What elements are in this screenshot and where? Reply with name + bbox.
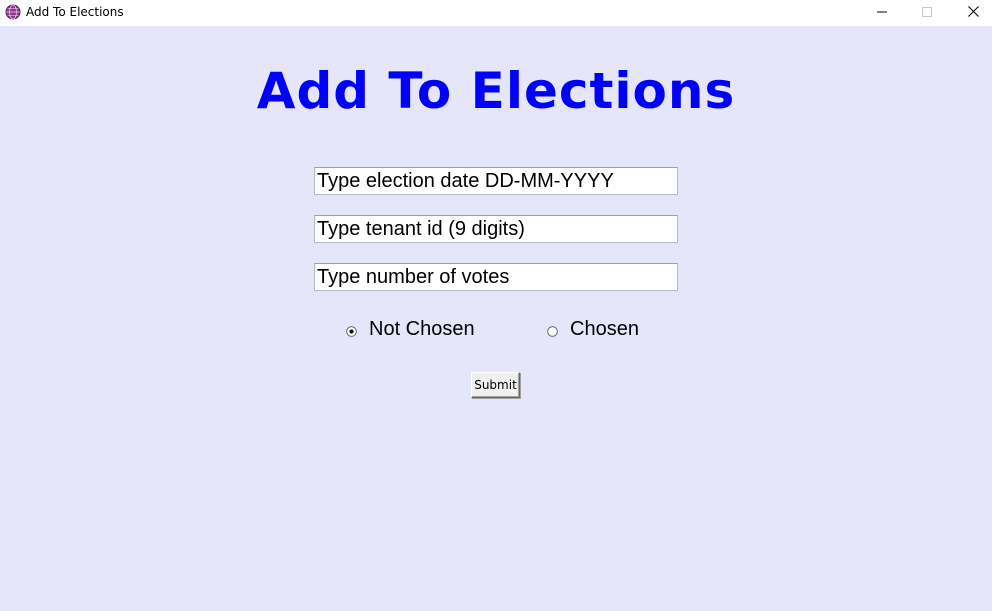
minimize-button[interactable] <box>859 0 905 26</box>
app-window: Add To Elections Add To Elections Type e… <box>0 0 992 611</box>
close-icon <box>967 4 979 22</box>
maximize-icon <box>922 4 932 22</box>
page-title: Add To Elections <box>256 62 736 120</box>
title-bar[interactable]: Add To Elections <box>0 0 992 26</box>
window-title: Add To Elections <box>26 5 124 19</box>
minimize-icon <box>877 4 887 22</box>
radio-unselected-icon[interactable] <box>547 324 558 337</box>
maximize-button[interactable] <box>904 0 950 26</box>
radio-chosen-label: Chosen <box>570 317 639 340</box>
radio-not-chosen[interactable]: Not Chosen <box>346 316 475 342</box>
radio-chosen[interactable]: Chosen <box>547 316 639 342</box>
radio-not-chosen-label: Not Chosen <box>369 317 475 340</box>
radio-selected-icon[interactable] <box>346 324 357 337</box>
app-icon <box>5 4 21 20</box>
votes-input[interactable] <box>314 263 678 291</box>
tenant-id-input[interactable] <box>314 215 678 243</box>
close-button[interactable] <box>950 0 992 26</box>
submit-button[interactable]: Submit <box>471 372 520 398</box>
election-date-input[interactable] <box>314 167 678 195</box>
